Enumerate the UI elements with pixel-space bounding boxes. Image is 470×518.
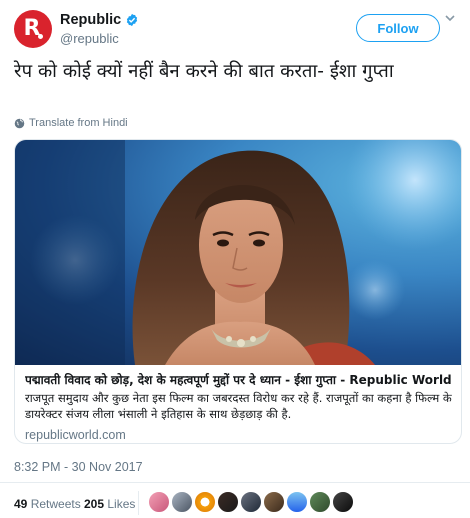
tweet-text: रेप को कोई क्यों नहीं बैन करने की बात कर… [14,61,394,82]
translate-label: Translate from Hindi [29,117,128,129]
card-image [15,140,461,365]
retweets-count: 49 [14,497,28,511]
liker-avatar-2[interactable] [171,491,193,513]
liker-avatar-6[interactable] [263,491,285,513]
liker-avatar-9[interactable] [332,491,354,513]
card-description: राजपूत समुदाय और कुछ नेता इस फिल्म का जब… [25,391,452,421]
name-row: Republic [60,12,139,28]
account-avatar[interactable]: R [14,10,52,48]
likes-stat[interactable]: 205 Likes [84,497,135,511]
stats-divider [138,491,139,515]
account-handle[interactable]: @republic [60,31,119,46]
card-domain[interactable]: republicworld.com [25,428,453,442]
card-photo [15,140,461,365]
link-preview-card[interactable]: पद्मावती विवाद को छोड़, देश के महत्वपूर्… [14,139,462,444]
stats-bar: 49 Retweets 205 Likes [0,482,470,518]
liker-avatar-8[interactable] [309,491,331,513]
liker-avatar-5[interactable] [240,491,262,513]
verified-badge-icon [127,13,138,27]
globe-icon [14,118,25,128]
translate-link[interactable]: Translate from Hindi [14,117,128,129]
tweet-header: R Republic @republic Follow [14,10,456,50]
follow-button[interactable]: Follow [356,14,440,42]
liker-avatar-3[interactable] [194,491,216,513]
liker-avatar-4[interactable] [217,491,239,513]
card-title[interactable]: पद्मावती विवाद को छोड़, देश के महत्वपूर्… [25,371,453,389]
avatar-logo-dot [38,34,43,39]
retweets-stat[interactable]: 49 Retweets [14,497,81,511]
card-body: पद्मावती विवाद को छोड़, देश के महत्वपूर्… [25,371,453,442]
liker-avatar-1[interactable] [148,491,170,513]
account-display-name[interactable]: Republic [60,12,121,28]
chevron-down-icon[interactable] [444,12,456,24]
liker-avatar-7[interactable] [286,491,308,513]
tweet-timestamp[interactable]: 8:32 PM - 30 Nov 2017 [14,460,143,474]
likes-label: Likes [107,497,136,511]
avatar-logo-letter: R [23,16,41,41]
retweets-label: Retweets [30,497,81,511]
likes-count: 205 [84,497,105,511]
